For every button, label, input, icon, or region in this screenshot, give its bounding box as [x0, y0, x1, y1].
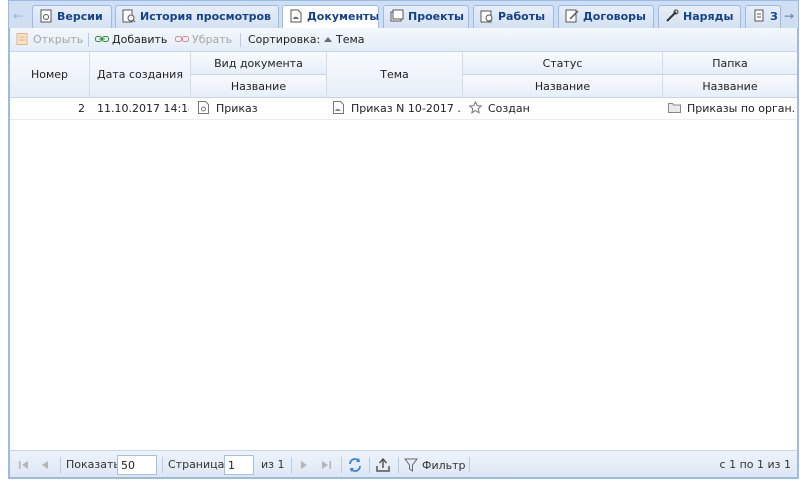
export-icon[interactable] — [375, 457, 391, 473]
page-label: Страница — [168, 458, 225, 471]
cell-number: 2 — [78, 102, 85, 115]
column-header-folder-name[interactable]: Название — [663, 75, 797, 98]
projects-icon — [390, 9, 404, 23]
filter-label: Фильтр — [422, 459, 466, 472]
sort-ascending-icon — [323, 33, 333, 45]
tab-scroll-left-icon[interactable]: ← — [11, 6, 25, 26]
cell-folder: Приказы по орган... — [668, 98, 795, 120]
column-header-subject[interactable]: Тема — [327, 52, 463, 98]
paging-separator — [162, 457, 163, 473]
sort-field-button[interactable]: Тема — [323, 32, 365, 48]
link-remove-icon — [175, 33, 189, 45]
open-button[interactable]: Открыть — [16, 32, 83, 48]
table-row[interactable]: 2 11.10.2017 14:14 Приказ Приказ N 10-20… — [10, 98, 797, 120]
versions-icon — [39, 9, 53, 23]
cell-created: 11.10.2017 14:14 — [97, 102, 189, 115]
page-size-label: Показать — [66, 458, 120, 471]
works-icon — [480, 9, 494, 23]
tab-label: Договоры — [583, 10, 646, 23]
tab-versions[interactable]: Версии — [32, 5, 112, 28]
open-icon — [16, 33, 30, 45]
document-icon — [332, 100, 345, 114]
tab-projects[interactable]: Проекты — [383, 5, 469, 28]
previous-page-icon[interactable] — [37, 457, 53, 473]
cell-doc-type: Приказ — [197, 98, 325, 120]
paging-separator — [398, 457, 399, 473]
documents-icon — [289, 9, 303, 23]
tab-label: История просмотров — [140, 10, 272, 23]
remove-button[interactable]: Убрать — [175, 32, 232, 48]
toolbar: Открыть Добавить Убрать Сортировка: Тема — [9, 28, 798, 52]
column-group-doc-type: Вид документа — [191, 52, 327, 75]
doc-type-text: Приказ — [216, 102, 258, 115]
column-header-status-name[interactable]: Название — [463, 75, 663, 98]
status-text: Создан — [488, 102, 530, 115]
refresh-icon[interactable] — [347, 457, 363, 473]
tasks-icon — [752, 9, 766, 23]
page-number-input[interactable] — [224, 455, 254, 475]
subject-text: Приказ N 10-2017 ... — [351, 102, 460, 115]
column-header-created[interactable]: Дата создания — [90, 52, 191, 98]
add-button[interactable]: Добавить — [95, 32, 167, 48]
last-page-icon[interactable] — [318, 457, 334, 473]
orders-icon — [665, 9, 679, 23]
tab-tasks[interactable]: З — [745, 5, 781, 28]
folder-icon — [668, 100, 681, 113]
filter-button[interactable]: Фильтр — [404, 458, 466, 472]
link-add-icon — [95, 33, 109, 45]
page-count-label: из 1 — [261, 458, 285, 471]
paging-separator — [469, 457, 470, 473]
sort-field-label: Тема — [336, 33, 365, 46]
tab-label: Работы — [498, 10, 546, 23]
toolbar-separator — [88, 33, 89, 47]
column-header-number[interactable]: Номер — [10, 52, 90, 98]
tab-strip: ← Версии История просмотров Документы Пр… — [8, 0, 799, 29]
paging-separator — [369, 457, 370, 473]
tab-label: Проекты — [408, 10, 464, 23]
cell-subject: Приказ N 10-2017 ... — [332, 98, 460, 120]
first-page-icon[interactable] — [16, 457, 32, 473]
add-label: Добавить — [112, 33, 168, 46]
page-size-input[interactable] — [117, 455, 157, 475]
tab-label: Версии — [57, 10, 103, 23]
folder-text: Приказы по орган... — [687, 102, 795, 115]
paging-separator — [291, 457, 292, 473]
paging-separator — [60, 457, 61, 473]
paging-toolbar: Показать Страница из 1 Фильтр с 1 по 1 и… — [9, 450, 798, 478]
filter-icon — [404, 458, 418, 472]
column-group-status: Статус — [463, 52, 663, 75]
column-header-doc-type-name[interactable]: Название — [191, 75, 327, 98]
cell-status: Создан — [469, 98, 659, 120]
tab-label: Наряды — [683, 10, 734, 23]
contracts-icon — [565, 9, 579, 23]
tab-label: З — [770, 10, 778, 23]
paging-separator — [341, 457, 342, 473]
toolbar-separator — [240, 33, 241, 47]
tab-contracts[interactable]: Договоры — [558, 5, 654, 28]
tab-orders[interactable]: Наряды — [658, 5, 741, 28]
tab-works[interactable]: Работы — [473, 5, 554, 28]
documents-grid: Номер Дата создания Вид документа Назван… — [9, 52, 798, 450]
tab-scroll-right-icon[interactable]: → — [782, 6, 796, 26]
tab-view-history[interactable]: История просмотров — [115, 5, 279, 28]
column-group-folder: Папка — [663, 52, 797, 75]
history-icon — [122, 9, 136, 23]
tab-label: Документы — [307, 10, 379, 23]
paging-summary: с 1 по 1 из 1 — [719, 458, 791, 471]
tab-documents[interactable]: Документы — [282, 5, 379, 29]
open-label: Открыть — [33, 33, 84, 46]
remove-label: Убрать — [192, 33, 233, 46]
next-page-icon[interactable] — [296, 457, 312, 473]
document-gear-icon — [197, 100, 210, 114]
star-icon — [469, 100, 483, 114]
sort-label: Сортировка: — [248, 33, 321, 46]
